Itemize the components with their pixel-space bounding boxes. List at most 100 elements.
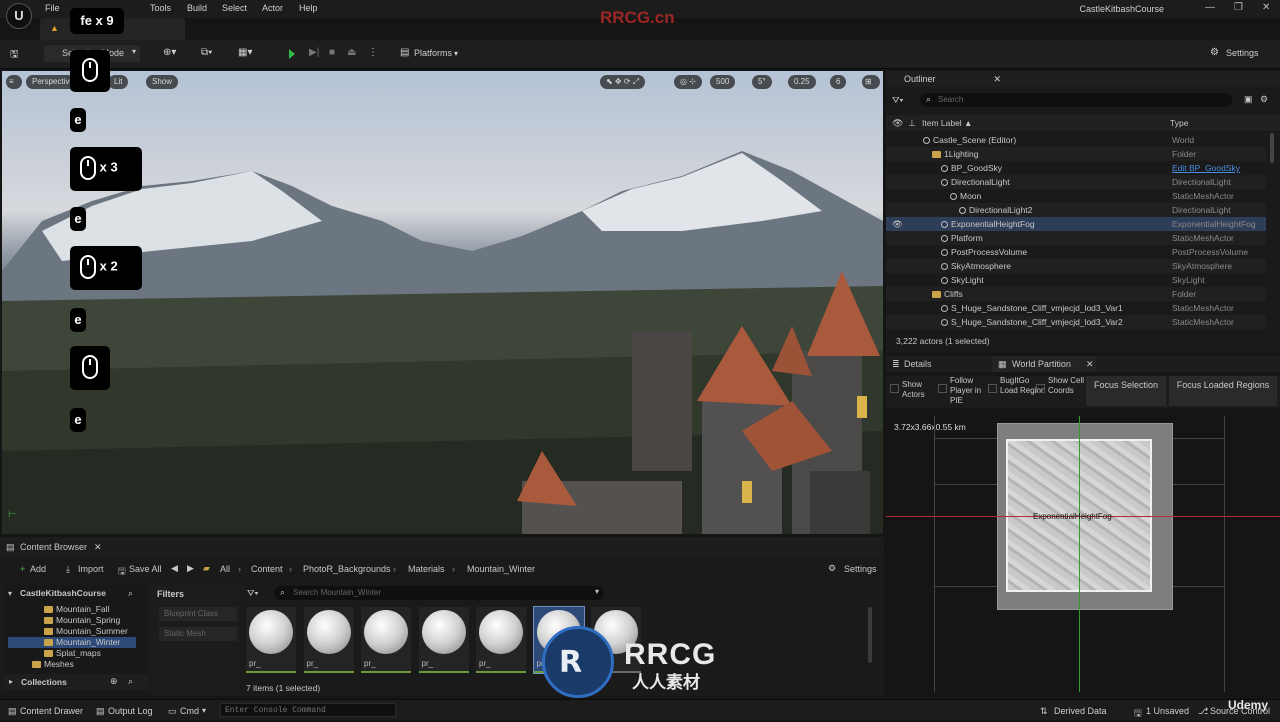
menu-file[interactable]: File — [45, 3, 60, 13]
actor-icon — [959, 207, 966, 214]
tab-details[interactable]: Details — [904, 359, 932, 369]
asset-tile[interactable]: pr_ — [303, 607, 354, 673]
eject-icon[interactable]: ⏏ — [347, 47, 356, 58]
outliner-row[interactable]: Cliffs Folder — [886, 287, 1266, 301]
actor-icon — [941, 249, 948, 256]
asset-tile[interactable]: pr_ — [476, 607, 526, 673]
asset-tile[interactable]: pr_ — [361, 607, 411, 673]
menu-tools[interactable]: Tools — [150, 3, 171, 13]
derived-data-button[interactable]: Derived Data — [1054, 706, 1107, 716]
rrcg-logo-subtext: 人人素材 — [632, 673, 700, 692]
chevron-down-icon: ▾ — [131, 47, 136, 56]
content-browser: ▤ Content Browser ✕ + Add ⤓ Import 🖫 Sav… — [0, 537, 884, 696]
y-axis-line — [1079, 416, 1080, 692]
close-icon[interactable]: ✕ — [994, 74, 1002, 84]
cinematics-icon[interactable]: ▦▾ — [238, 47, 252, 58]
asset-tile[interactable]: pr_ — [418, 607, 469, 673]
column-type[interactable]: Type — [1170, 118, 1188, 128]
grid-snap-button[interactable]: 500 — [710, 75, 736, 89]
stop-icon[interactable]: ■ — [329, 47, 335, 58]
show-cell-coords-checkbox[interactable] — [1036, 384, 1045, 393]
output-log-button[interactable]: Output Log — [108, 706, 153, 716]
derived-data-icon: ⇅ — [1040, 706, 1048, 716]
blueprint-icon[interactable]: ⧉▾ — [201, 47, 212, 58]
cmd-icon: ▭ — [168, 706, 177, 716]
follow-player-checkbox[interactable] — [938, 384, 947, 393]
outliner-scrollbar[interactable] — [1270, 133, 1274, 163]
outliner-row-type: Folder — [1172, 289, 1197, 299]
outliner-row[interactable]: DirectionalLight2 DirectionalLight — [886, 203, 1266, 217]
tab-world-partition[interactable]: ▦ World Partition ✕ — [992, 356, 1096, 372]
menu-select[interactable]: Select — [222, 3, 247, 13]
save-icon[interactable]: 🖫 — [10, 47, 19, 64]
skip-icon[interactable]: ▶| — [309, 47, 319, 58]
outliner-row[interactable]: S_Huge_Sandstone_Cliff_vmjecjd_lod3_Var2… — [886, 315, 1266, 329]
outliner-row[interactable]: DirectionalLight DirectionalLight — [886, 175, 1266, 189]
level-viewport[interactable]: ≡ Perspective Lit Show ⬉ ✥ ⟳ ⤢ ◎ ⊹ 500 5… — [2, 71, 883, 534]
maximize-icon[interactable]: ❐ — [1234, 2, 1243, 13]
unsaved-button[interactable]: 1 Unsaved — [1146, 706, 1189, 716]
outliner-row[interactable]: SkyAtmosphere SkyAtmosphere — [886, 259, 1266, 273]
asset-label: pr_ — [306, 659, 319, 668]
outliner-row-type: DirectionalLight — [1172, 177, 1231, 187]
world-partition-map[interactable]: 3.72x3.66x0.55 km ExponentialHeightFog — [886, 416, 1280, 692]
add-actor-icon[interactable]: ⊕▾ — [163, 47, 176, 58]
transform-tools[interactable]: ⬉ ✥ ⟳ ⤢ — [600, 75, 646, 89]
outliner-search-input[interactable]: ⌕ Search — [920, 93, 1232, 107]
show-actors-label: Show Actors — [902, 380, 925, 399]
edit-blueprint-link[interactable]: Edit BP_GoodSky — [1172, 161, 1240, 175]
bugitgo-checkbox[interactable] — [988, 384, 997, 393]
outliner-row[interactable]: PostProcessVolume PostProcessVolume — [886, 245, 1266, 259]
minimize-icon[interactable]: — — [1205, 2, 1215, 13]
outliner-row[interactable]: BP_GoodSky Edit BP_GoodSky — [886, 161, 1266, 175]
more-options-icon[interactable]: ⋮ — [368, 47, 378, 58]
world-local-icon[interactable]: ◎ ⊹ — [674, 75, 702, 89]
menu-build[interactable]: Build — [187, 3, 207, 13]
menu-actor[interactable]: Actor — [262, 3, 283, 13]
outliner-row[interactable]: S_Huge_Sandstone_Cliff_vmjecjd_lod3_Var1… — [886, 301, 1266, 315]
angle-snap-button[interactable]: 5° — [752, 75, 772, 89]
show-actors-checkbox[interactable] — [890, 384, 899, 393]
eye-icon[interactable]: 👁 — [892, 217, 903, 231]
outliner-row-label: Castle_Scene (Editor) — [933, 135, 1017, 145]
show-button[interactable]: Show — [146, 75, 179, 89]
maximize-viewport-icon[interactable]: ⊞ — [862, 75, 880, 89]
outliner-row[interactable]: ExponentialHeightFog ExponentialHeightFog… — [886, 217, 1266, 231]
outliner-row-type: StaticMeshActor — [1172, 191, 1234, 201]
actor-icon — [941, 179, 948, 186]
focus-loaded-regions-button[interactable]: Focus Loaded Regions — [1169, 376, 1277, 406]
settings-button[interactable]: Settings — [1226, 48, 1259, 58]
gear-icon[interactable]: ⚙ — [1260, 94, 1268, 105]
filter-icon[interactable]: ⛛▾ — [892, 95, 903, 106]
add-folder-icon[interactable]: ▣ — [1244, 94, 1253, 105]
cmd-dropdown[interactable]: Cmd — [180, 706, 199, 716]
outliner-row[interactable]: Moon StaticMeshActor — [886, 189, 1266, 203]
gear-icon[interactable]: ⚙ — [1210, 47, 1219, 58]
asset-tile[interactable]: pr_ — [246, 607, 296, 673]
lit-button[interactable]: Lit — [108, 75, 129, 89]
world-partition-options: Show Actors Follow Player in PIE BugItGo… — [886, 376, 1280, 408]
viewport-menu-icon[interactable]: ≡ — [6, 75, 22, 89]
outliner-tab[interactable]: Outliner ✕ — [886, 71, 1280, 87]
focus-selection-button[interactable]: Focus Selection — [1086, 376, 1166, 406]
outliner-row[interactable]: SkyLight SkyLight — [886, 273, 1266, 287]
scale-snap-button[interactable]: 0.25 — [788, 75, 816, 89]
axis-gizmo-icon: ⊢ — [8, 509, 17, 520]
close-window-icon[interactable]: ✕ — [1262, 2, 1270, 13]
menu-help[interactable]: Help — [299, 3, 318, 13]
folder-icon — [932, 291, 941, 298]
asset-scrollbar[interactable] — [868, 607, 872, 663]
project-name: CastleKitbashCourse — [1079, 4, 1164, 14]
column-item-label[interactable]: Item Label ▲ — [922, 118, 972, 128]
udemy-watermark: Udemy — [1228, 698, 1269, 712]
outliner-row[interactable]: 1Lighting Folder — [886, 147, 1266, 161]
play-button[interactable] — [289, 49, 295, 61]
outliner-row[interactable]: Castle_Scene (Editor) World — [886, 133, 1266, 147]
unreal-logo-icon[interactable]: U — [6, 3, 32, 29]
console-input[interactable] — [220, 703, 396, 717]
content-drawer-button[interactable]: Content Drawer — [20, 706, 83, 716]
outliner-row[interactable]: Platform StaticMeshActor — [886, 231, 1266, 245]
close-icon[interactable]: ✕ — [1086, 359, 1094, 370]
camera-speed-button[interactable]: 6 — [830, 75, 847, 89]
platforms-button[interactable]: Platforms — [414, 48, 452, 58]
